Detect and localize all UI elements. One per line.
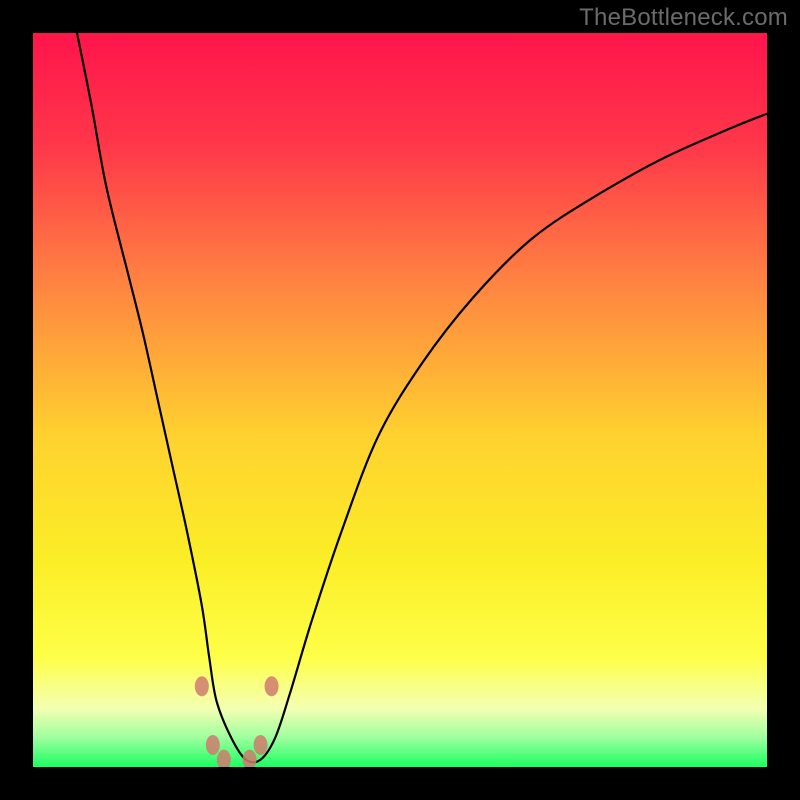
watermark-text: TheBottleneck.com	[579, 4, 788, 32]
curve-layer	[33, 33, 767, 767]
curve-marker	[195, 676, 209, 696]
curve-marker	[206, 735, 220, 755]
curve-marker	[254, 735, 268, 755]
curve-marker	[243, 750, 257, 767]
chart-frame: TheBottleneck.com	[0, 0, 800, 800]
plot-area	[33, 33, 767, 767]
bottleneck-curve	[77, 33, 767, 762]
curve-marker	[265, 676, 279, 696]
curve-marker	[217, 750, 231, 767]
